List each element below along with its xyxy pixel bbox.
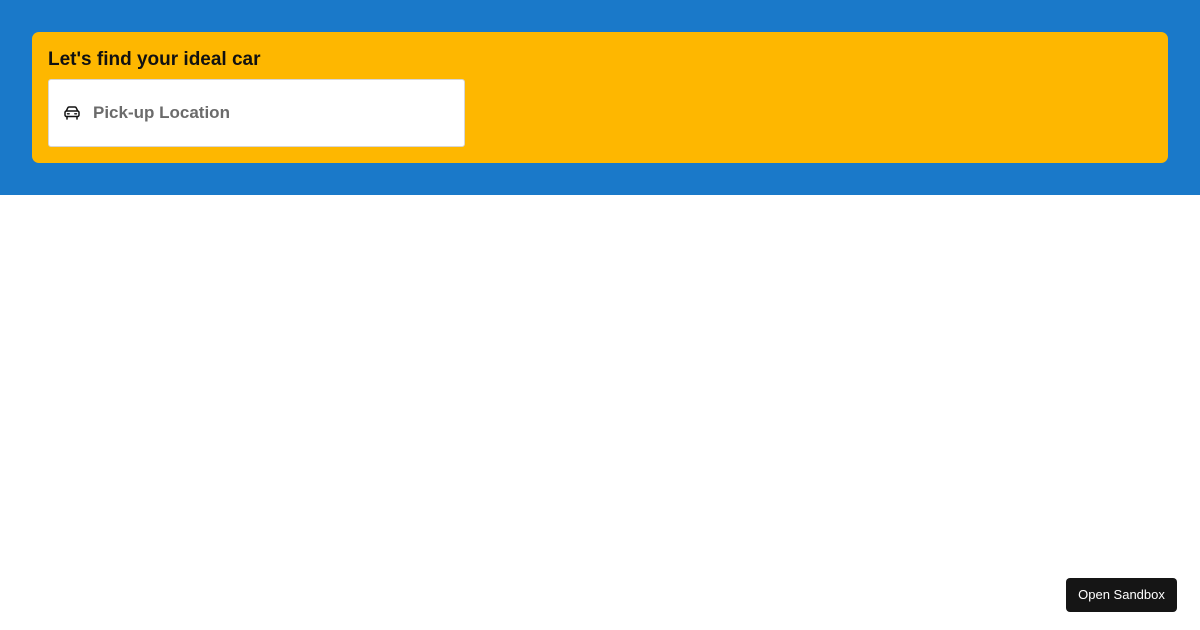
pickup-location-field[interactable] (48, 79, 465, 147)
car-icon (64, 106, 80, 120)
search-title: Let's find your ideal car (48, 49, 261, 70)
pickup-location-input[interactable] (93, 99, 453, 127)
open-sandbox-button[interactable]: Open Sandbox (1066, 578, 1177, 612)
car-search-panel: Let's find your ideal car (32, 32, 1168, 163)
hero-banner: Let's find your ideal car (0, 0, 1200, 195)
